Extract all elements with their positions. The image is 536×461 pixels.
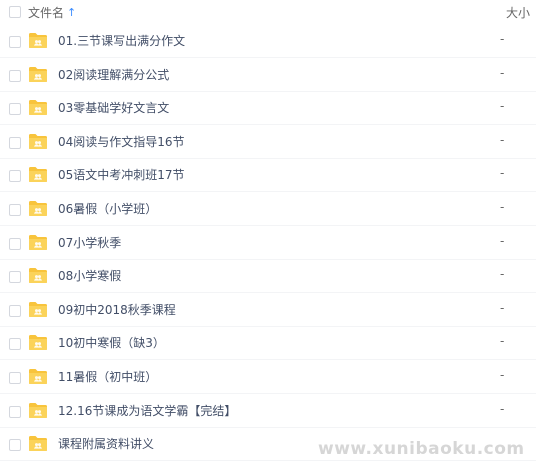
folder-icon [29,133,47,149]
size-column-header[interactable]: 大小 [506,4,530,21]
row-checkbox[interactable] [9,405,21,418]
file-name-link[interactable]: 07小学秋季 [58,234,121,251]
folder-icon [29,335,47,351]
file-size: - [500,166,505,181]
table-row[interactable]: 02阅读理解满分公式 - [0,59,536,92]
table-row[interactable]: 03零基础学好文言文 - [0,92,536,126]
file-name-link[interactable]: 02阅读理解满分公式 [58,66,169,83]
file-name-link[interactable]: 03零基础学好文言文 [58,99,169,116]
row-checkbox[interactable] [9,338,21,351]
file-name-link[interactable]: 09初中2018秋季课程 [58,301,176,318]
table-row[interactable]: 08小学寒假 - [0,260,536,294]
table-row[interactable]: 12.16节课成为语文学霸【完结】 - [0,395,536,428]
list-header: 文件名 ↑ 大小 [0,0,536,24]
file-name-link[interactable]: 11暑假（初中班） [58,368,157,385]
folder-icon [29,268,47,284]
folder-icon [29,234,47,250]
row-checkbox[interactable] [9,271,21,284]
file-size: - [500,334,505,349]
folder-icon [29,66,47,82]
folder-icon [29,436,47,452]
row-checkbox[interactable] [9,304,21,317]
file-name-link[interactable]: 04阅读与作文指导16节 [58,133,185,150]
row-checkbox[interactable] [9,103,21,116]
file-size: - [500,32,505,46]
file-size: - [500,267,505,282]
name-column-header[interactable]: 文件名 ↑ [28,4,76,21]
table-row[interactable]: 06暑假（小学班） - [0,193,536,226]
table-row[interactable]: 05语文中考冲刺班17节 - [0,159,536,193]
file-name-link[interactable]: 06暑假（小学班） [58,200,157,217]
row-checkbox[interactable] [9,237,21,250]
folder-icon [29,369,47,384]
file-size: - [500,99,505,114]
file-size: - [500,368,505,382]
table-row[interactable]: 01.三节课写出满分作文 - [0,25,536,58]
arrow-up-icon: ↑ [67,5,77,19]
file-size: - [500,233,505,248]
row-checkbox[interactable] [9,439,21,452]
file-size: - [500,132,505,147]
file-name-link[interactable]: 08小学寒假 [58,267,121,284]
file-size: - [500,65,505,80]
folder-icon [29,33,47,48]
folder-icon [29,167,47,183]
name-column-label: 文件名 [28,6,65,20]
row-checkbox[interactable] [9,36,21,48]
row-checkbox[interactable] [9,136,21,149]
file-size: - [500,401,505,416]
table-row[interactable]: 11暑假（初中班） - [0,361,536,394]
file-name-link[interactable]: 01.三节课写出满分作文 [58,32,185,49]
file-size: - [500,200,505,214]
watermark: www.xunibaoku.com [318,439,525,459]
folder-icon [29,100,47,116]
folder-icon [29,301,47,317]
file-name-link[interactable]: 10初中寒假（缺3） [58,334,165,351]
file-size: - [500,300,505,315]
table-row[interactable]: 09初中2018秋季课程 - [0,294,536,327]
file-name-link[interactable]: 课程附属资料讲义 [58,435,154,452]
file-name-link[interactable]: 12.16节课成为语文学霸【完结】 [58,402,236,419]
row-checkbox[interactable] [9,204,21,216]
row-checkbox[interactable] [9,372,21,384]
folder-icon [29,402,47,418]
table-row[interactable]: 04阅读与作文指导16节 - [0,126,536,159]
select-all-checkbox[interactable] [9,6,21,18]
table-row[interactable]: 10初中寒假（缺3） - [0,327,536,361]
row-checkbox[interactable] [9,69,21,82]
row-checkbox[interactable] [9,170,21,183]
table-row[interactable]: 07小学秋季 - [0,227,536,260]
folder-icon [29,201,47,216]
file-list: 文件名 ↑ 大小 01.三节课写出满分作文 -02阅读理解满分公式 -03零基础学好… [0,0,536,461]
file-name-link[interactable]: 05语文中考冲刺班17节 [58,166,185,183]
